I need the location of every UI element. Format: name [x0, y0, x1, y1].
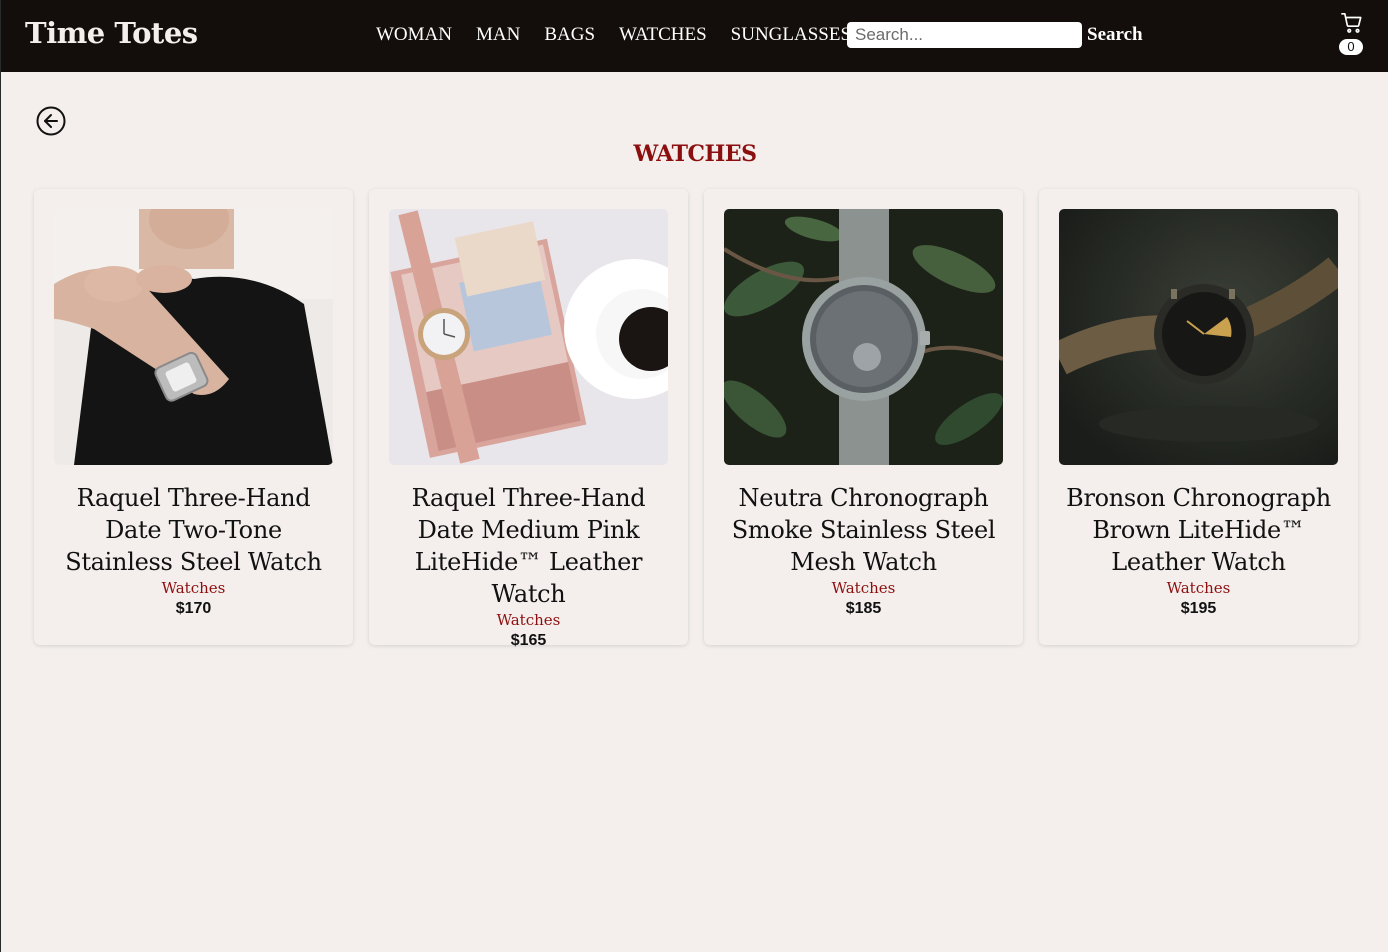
- brand-logo[interactable]: Time Totes: [25, 16, 198, 50]
- search-button[interactable]: Search: [1087, 24, 1143, 46]
- page: Time Totes WOMAN MAN BAGS WATCHES SUNGLA…: [0, 0, 1388, 952]
- product-name[interactable]: Bronson Chronograph Brown LiteHide™ Leat…: [1059, 482, 1338, 578]
- product-price: $170: [175, 600, 212, 617]
- product-name[interactable]: Raquel Three-Hand Date Medium Pink LiteH…: [389, 482, 668, 610]
- product-card[interactable]: Raquel Three-Hand Date Medium Pink LiteH…: [369, 189, 688, 649]
- product-category: Watches: [831, 579, 896, 597]
- back-button[interactable]: [36, 106, 66, 136]
- cart-count-badge: 0: [1339, 39, 1363, 55]
- nav-link-bags[interactable]: BAGS: [544, 24, 595, 46]
- product-image[interactable]: [1059, 209, 1338, 465]
- search-input[interactable]: [847, 22, 1082, 48]
- product-grid: Raquel Three-Hand Date Two-Tone Stainles…: [34, 189, 1358, 649]
- product-category: Watches: [496, 611, 561, 629]
- nav-link-man[interactable]: MAN: [476, 24, 520, 46]
- product-price: $165: [510, 632, 547, 649]
- product-category: Watches: [161, 579, 226, 597]
- product-image[interactable]: [54, 209, 333, 465]
- nav-link-sunglasses[interactable]: SUNGLASSES: [731, 24, 851, 46]
- nav-link-woman[interactable]: WOMAN: [376, 24, 452, 46]
- arrow-left-circle-icon: [36, 106, 66, 136]
- product-card[interactable]: Bronson Chronograph Brown LiteHide™ Leat…: [1039, 189, 1358, 645]
- product-price: $195: [1180, 600, 1217, 617]
- product-name[interactable]: Raquel Three-Hand Date Two-Tone Stainles…: [54, 482, 333, 578]
- product-image[interactable]: [389, 209, 668, 465]
- navbar: Time Totes WOMAN MAN BAGS WATCHES SUNGLA…: [1, 0, 1388, 72]
- shopping-cart-icon: [1341, 13, 1362, 33]
- product-name[interactable]: Neutra Chronograph Smoke Stainless Steel…: [724, 482, 1003, 578]
- product-category: Watches: [1166, 579, 1231, 597]
- product-image[interactable]: [724, 209, 1003, 465]
- nav-link-watches[interactable]: WATCHES: [619, 24, 707, 46]
- category-title: WATCHES: [633, 141, 758, 167]
- main-nav: WOMAN MAN BAGS WATCHES SUNGLASSES: [376, 24, 851, 46]
- product-price: $185: [845, 600, 882, 617]
- product-card[interactable]: Neutra Chronograph Smoke Stainless Steel…: [704, 189, 1023, 645]
- product-card[interactable]: Raquel Three-Hand Date Two-Tone Stainles…: [34, 189, 353, 645]
- cart-button[interactable]: 0: [1337, 12, 1365, 58]
